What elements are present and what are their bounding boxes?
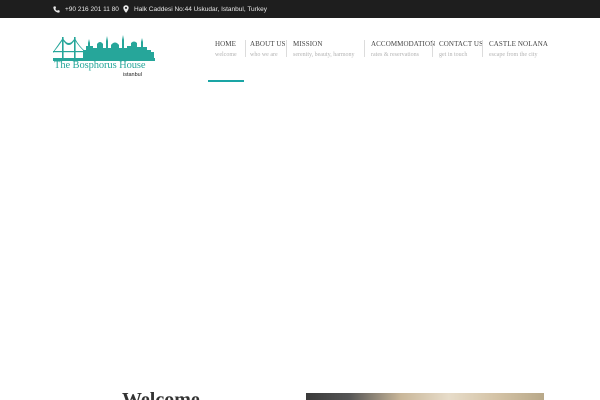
nav-divider xyxy=(482,40,483,57)
nav-contact-label: CONTACT US xyxy=(439,40,484,48)
nav-divider xyxy=(432,40,433,57)
nav-divider xyxy=(364,40,365,57)
nav-contact-sub: get in touch xyxy=(439,52,468,58)
nav-divider xyxy=(286,40,287,57)
phone-number: +90 216 201 11 80 xyxy=(65,5,119,13)
nav-mission-sub: serenity, beauty, harmony xyxy=(293,52,355,58)
nav-item-about-us[interactable]: ABOUT US who we are xyxy=(250,40,285,80)
nav-home-sub: welcome xyxy=(215,52,237,58)
nav-accommodation-label: ACCOMMODATION xyxy=(371,40,436,48)
nav-item-home[interactable]: HOME welcome xyxy=(215,40,237,80)
nav-item-contact-us[interactable]: CONTACT US get in touch xyxy=(439,40,483,80)
map-pin-icon xyxy=(123,5,129,13)
hero-room-photo xyxy=(306,393,544,400)
phone-contact[interactable]: +90 216 201 11 80 xyxy=(53,0,119,18)
address-contact[interactable]: Halk Caddesi No:44 Uskudar, Istanbul, Tu… xyxy=(123,0,267,18)
nav-castle-label: CASTLE NOLANA xyxy=(489,40,549,48)
phone-icon xyxy=(53,5,60,13)
nav-mission-label: MISSION xyxy=(293,40,323,48)
nav-item-accommodation[interactable]: ACCOMMODATION rates & reservations xyxy=(371,40,435,80)
nav-castle-sub: escape from the city xyxy=(489,52,538,58)
nav-about-sub: who we are xyxy=(250,52,278,58)
nav-home-label: HOME xyxy=(215,40,237,48)
logo-subtitle: istanbul xyxy=(123,72,142,78)
istanbul-skyline-logo-icon xyxy=(53,35,155,61)
nav-accommodation-sub: rates & reservations xyxy=(371,52,419,58)
site-logo[interactable]: The Bosphorus House istanbul xyxy=(53,34,155,78)
address-text: Halk Caddesi No:44 Uskudar, Istanbul, Tu… xyxy=(134,5,267,13)
nav-active-indicator xyxy=(208,80,244,82)
top-info-bar: +90 216 201 11 80 Halk Caddesi No:44 Usk… xyxy=(0,0,600,18)
site-header: The Bosphorus House istanbul HOME welcom… xyxy=(0,18,600,84)
logo-name: The Bosphorus House xyxy=(54,60,146,71)
nav-item-castle-nolana[interactable]: CASTLE NOLANA escape from the city xyxy=(489,40,548,80)
nav-about-label: ABOUT US xyxy=(250,40,286,48)
nav-divider xyxy=(245,40,246,57)
nav-item-mission[interactable]: MISSION serenity, beauty, harmony xyxy=(293,40,355,80)
welcome-heading: Welcome xyxy=(122,389,200,400)
